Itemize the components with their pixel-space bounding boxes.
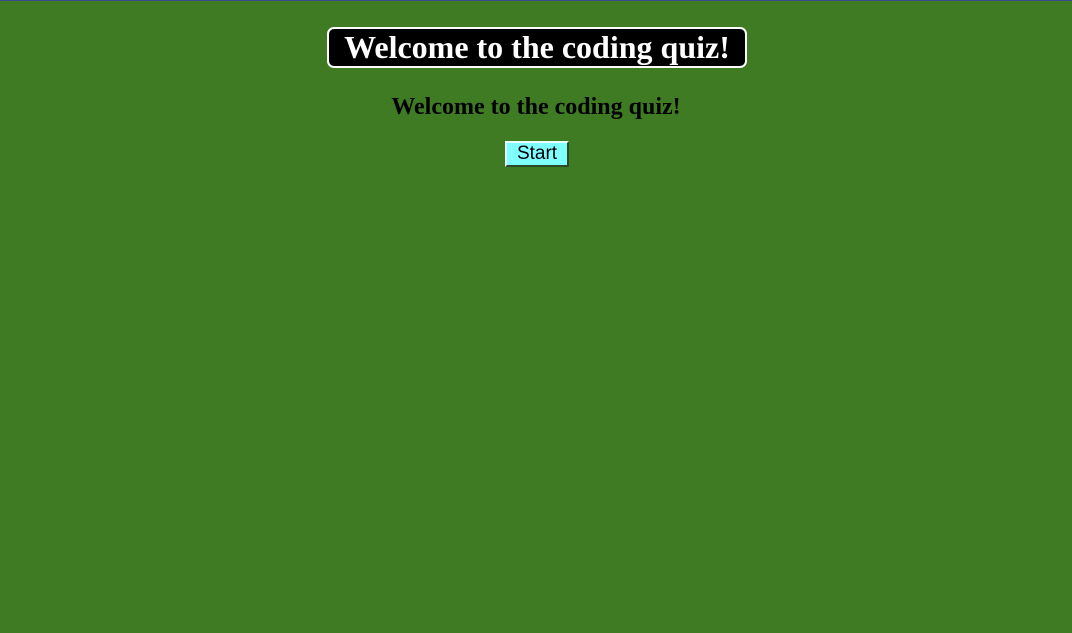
page-title: Welcome to the coding quiz! — [327, 27, 747, 68]
welcome-heading: Welcome to the coding quiz! — [391, 94, 681, 120]
start-button[interactable]: Start — [505, 141, 569, 167]
quiz-page: Welcome to the coding quiz! Welcome to t… — [0, 1, 1072, 633]
